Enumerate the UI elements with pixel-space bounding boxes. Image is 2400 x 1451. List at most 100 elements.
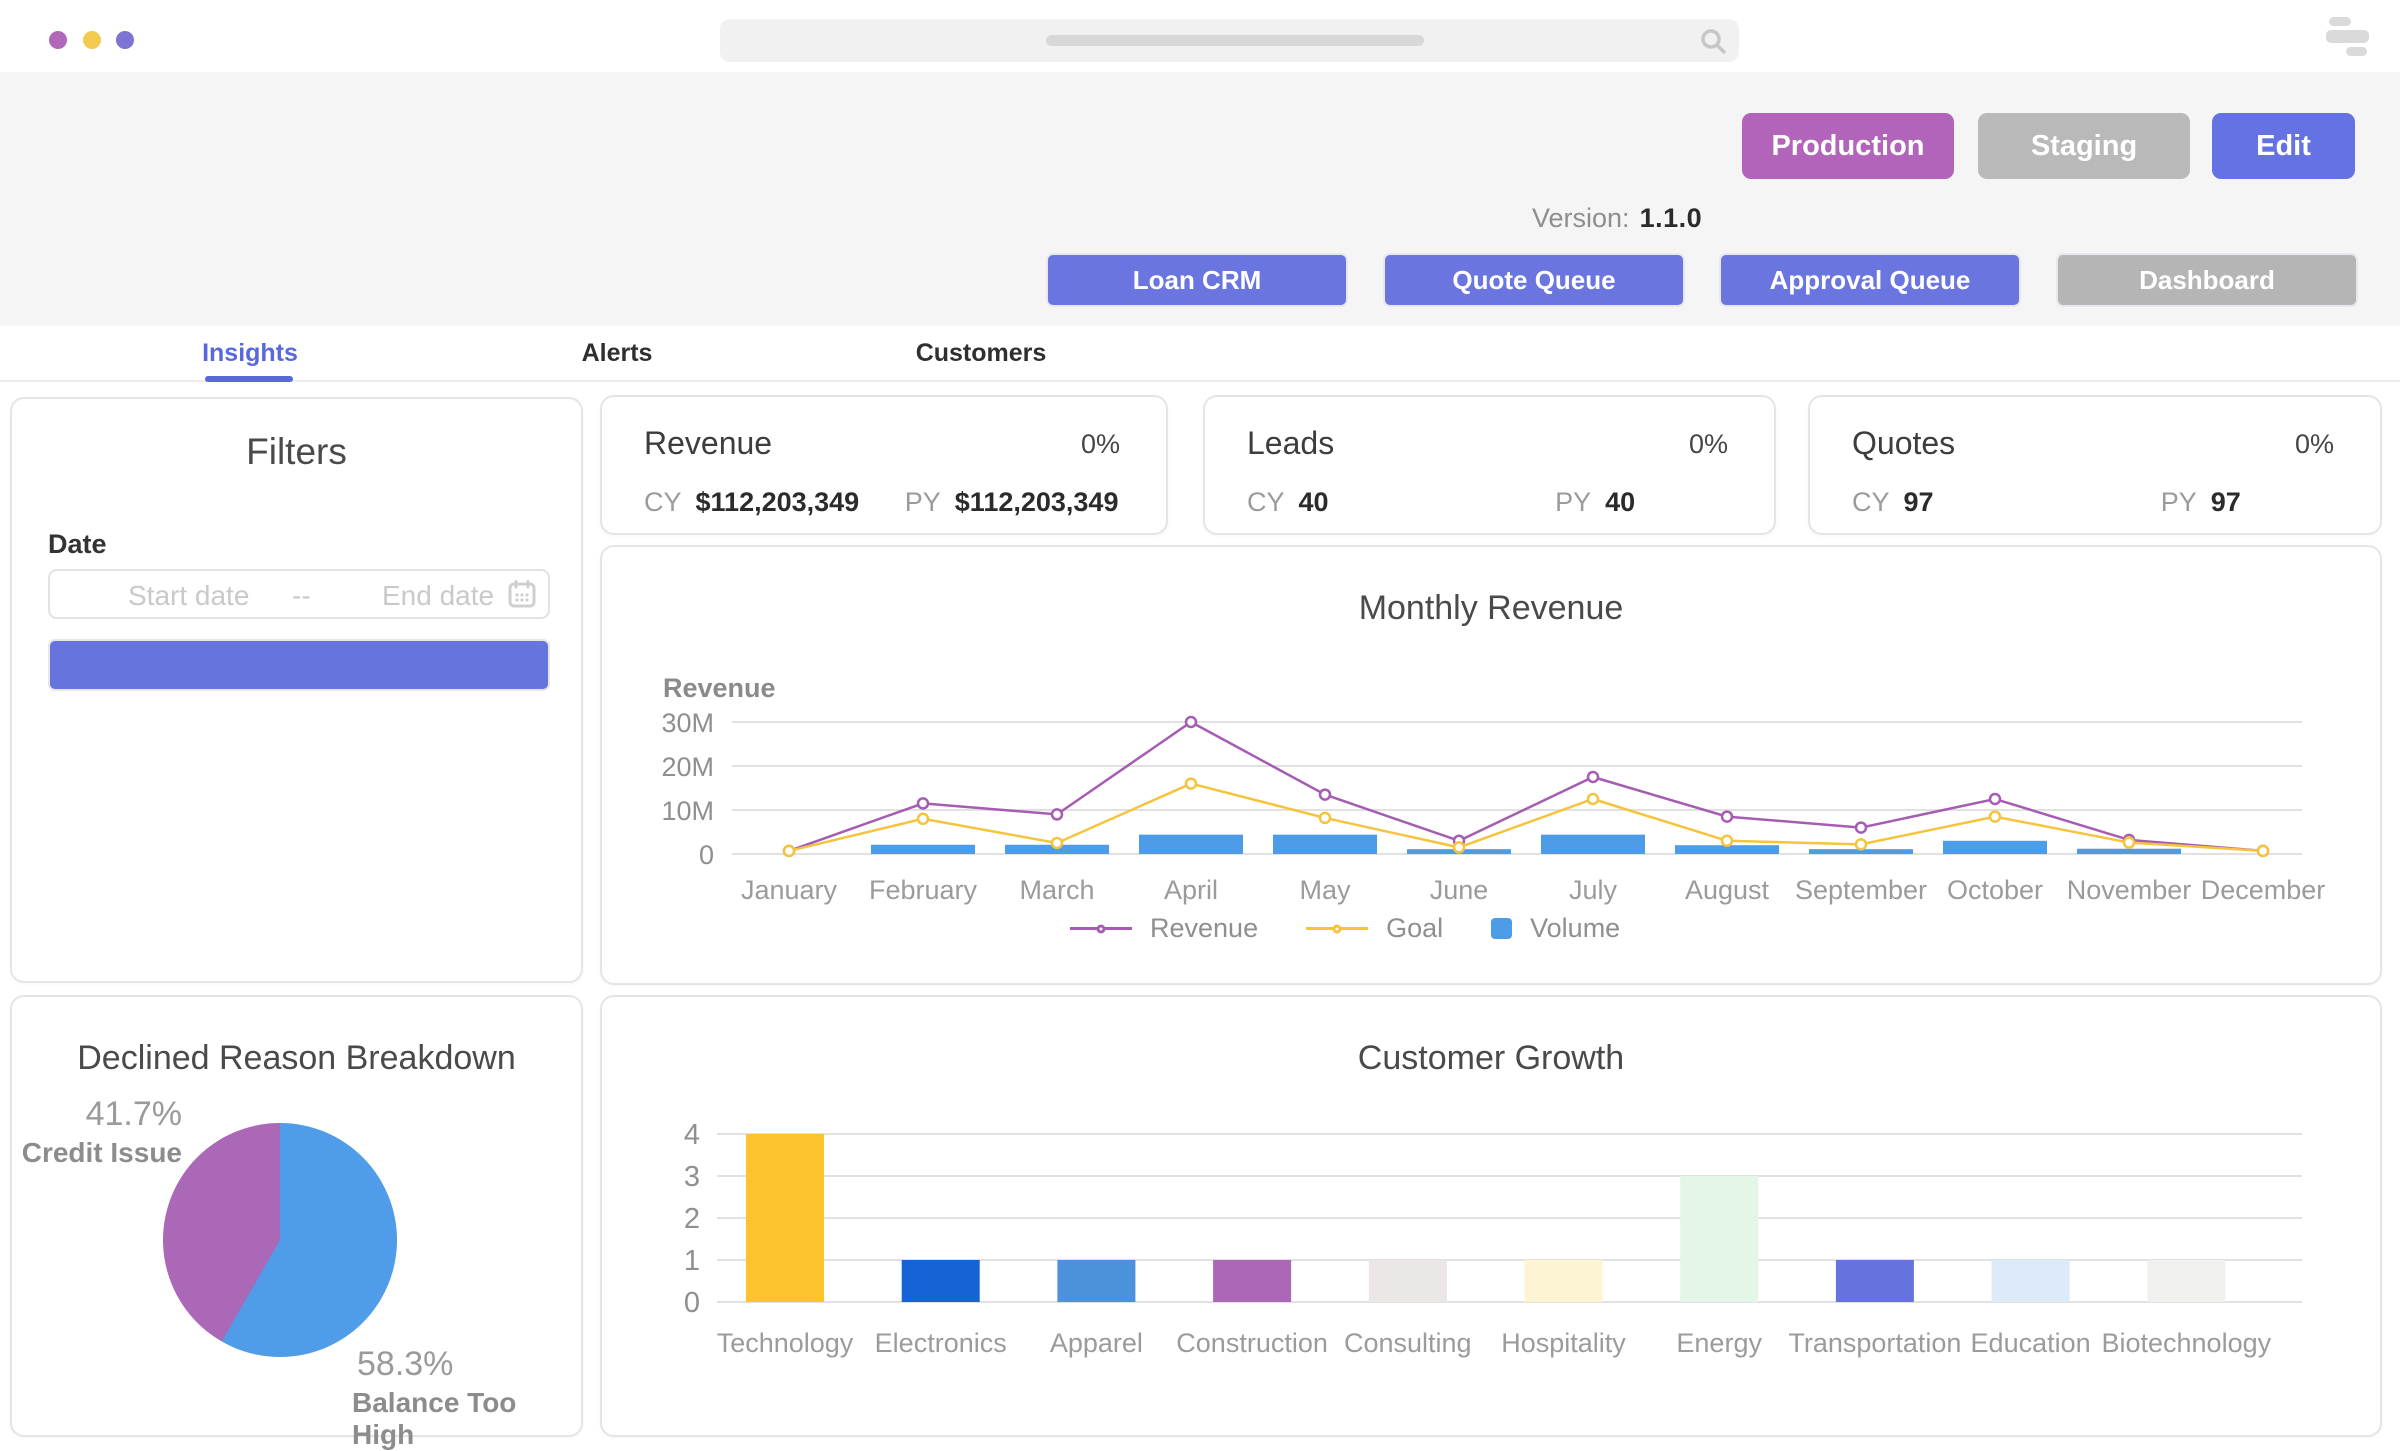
cy-value: $112,203,349 bbox=[696, 487, 860, 517]
svg-text:Electronics: Electronics bbox=[875, 1328, 1007, 1358]
kpi-title: Leads bbox=[1247, 425, 1334, 462]
active-tab-underline bbox=[205, 376, 293, 382]
page-header: Version: 1.1.0 Production Staging Edit L… bbox=[0, 72, 2400, 326]
date-range-input[interactable]: Start date -- End date bbox=[48, 569, 550, 619]
cy-label: CY bbox=[1852, 487, 1890, 517]
monthly-revenue-legend: Revenue Goal Volume bbox=[1070, 913, 1620, 944]
declined-reason-title: Declined Reason Breakdown bbox=[12, 1039, 581, 1078]
square-swatch bbox=[1491, 918, 1512, 939]
kpi-delta: 0% bbox=[2295, 429, 2334, 460]
kpi-values-row: CY 97 PY 97 bbox=[1852, 487, 2350, 518]
date-separator: -- bbox=[292, 580, 311, 612]
svg-text:July: July bbox=[1569, 875, 1618, 905]
svg-text:Consulting: Consulting bbox=[1344, 1328, 1472, 1358]
svg-text:Energy: Energy bbox=[1676, 1328, 1762, 1358]
svg-text:1: 1 bbox=[684, 1245, 700, 1277]
declined-reason-pie bbox=[163, 1123, 397, 1357]
kpi-values-row: CY 40 PY 40 bbox=[1247, 487, 1744, 518]
customer-growth-chart: 01234TechnologyElectronicsApparelConstru… bbox=[602, 997, 2384, 1439]
legend-item-goal: Goal bbox=[1306, 913, 1443, 944]
svg-text:Construction: Construction bbox=[1176, 1328, 1328, 1358]
tab-alerts[interactable]: Alerts bbox=[582, 339, 653, 368]
staging-button[interactable]: Staging bbox=[1978, 113, 2190, 179]
legend-label: Goal bbox=[1386, 913, 1443, 944]
cy-value: 40 bbox=[1299, 487, 1329, 517]
svg-text:3: 3 bbox=[684, 1161, 700, 1193]
svg-text:May: May bbox=[1299, 875, 1351, 905]
svg-text:January: January bbox=[741, 875, 838, 905]
production-button[interactable]: Production bbox=[1742, 113, 1954, 179]
pie-label-credit-issue: Credit Issue bbox=[0, 1137, 182, 1169]
svg-text:April: April bbox=[1164, 875, 1218, 905]
svg-text:4: 4 bbox=[684, 1119, 700, 1151]
filters-title: Filters bbox=[12, 431, 581, 473]
svg-text:0: 0 bbox=[684, 1287, 700, 1319]
kpi-delta: 0% bbox=[1081, 429, 1120, 460]
svg-text:30M: 30M bbox=[661, 708, 714, 738]
svg-text:October: October bbox=[1947, 875, 2043, 905]
svg-text:March: March bbox=[1019, 875, 1094, 905]
customer-growth-card: Customer Growth 01234TechnologyElectroni… bbox=[600, 995, 2382, 1437]
apply-filter-button[interactable] bbox=[48, 639, 550, 691]
version-value: 1.1.0 bbox=[1640, 203, 1703, 234]
legend-label: Volume bbox=[1530, 913, 1620, 944]
pie-pct-balance-too-high: 58.3% bbox=[357, 1345, 453, 1384]
cy-label: CY bbox=[644, 487, 682, 517]
legend-item-revenue: Revenue bbox=[1070, 913, 1258, 944]
start-date-placeholder[interactable]: Start date bbox=[128, 580, 249, 612]
version-info: Version: 1.1.0 bbox=[1532, 203, 1702, 234]
kpi-values-row: CY$112,203,349 PY$112,203,349 bbox=[644, 487, 1136, 518]
kpi-card-revenue: Revenue 0% CY$112,203,349 PY$112,203,349 bbox=[600, 395, 1168, 535]
tab-customers[interactable]: Customers bbox=[916, 339, 1047, 368]
svg-text:Technology: Technology bbox=[717, 1328, 854, 1358]
line-swatch bbox=[1070, 927, 1132, 930]
py-label: PY bbox=[905, 487, 941, 517]
py-label: PY bbox=[2161, 487, 2197, 517]
svg-text:Revenue: Revenue bbox=[663, 673, 776, 703]
cy-label: CY bbox=[1247, 487, 1285, 517]
svg-text:0: 0 bbox=[699, 840, 714, 870]
declined-reason-card: Declined Reason Breakdown 41.7% Credit I… bbox=[10, 995, 583, 1437]
menu-icon[interactable] bbox=[2322, 14, 2384, 60]
tab-insights[interactable]: Insights bbox=[202, 339, 298, 368]
pie-label-balance-too-high: Balance Too High bbox=[352, 1387, 581, 1451]
svg-text:Hospitality: Hospitality bbox=[1501, 1328, 1626, 1358]
search-bar[interactable] bbox=[720, 19, 1739, 62]
version-label: Version: bbox=[1532, 203, 1630, 234]
search-placeholder-dash bbox=[1046, 35, 1424, 46]
py-value: 40 bbox=[1605, 487, 1635, 517]
kpi-title: Revenue bbox=[644, 425, 772, 462]
window-dot-2[interactable] bbox=[83, 31, 101, 49]
cy-value: 97 bbox=[1904, 487, 1934, 517]
kpi-delta: 0% bbox=[1689, 429, 1728, 460]
edit-button[interactable]: Edit bbox=[2212, 113, 2355, 179]
filters-panel: Filters Date Start date -- End date bbox=[10, 397, 583, 983]
svg-text:Biotechnology: Biotechnology bbox=[2101, 1328, 2271, 1358]
nav-loan-crm-button[interactable]: Loan CRM bbox=[1046, 253, 1348, 307]
svg-text:10M: 10M bbox=[661, 796, 714, 826]
py-value: 97 bbox=[2211, 487, 2241, 517]
svg-text:20M: 20M bbox=[661, 752, 714, 782]
window-dot-3[interactable] bbox=[116, 31, 134, 49]
legend-item-volume: Volume bbox=[1491, 913, 1620, 944]
kpi-title: Quotes bbox=[1852, 425, 1955, 462]
svg-text:Transportation: Transportation bbox=[1788, 1328, 1961, 1358]
date-filter-label: Date bbox=[48, 529, 107, 560]
svg-text:June: June bbox=[1430, 875, 1489, 905]
py-label: PY bbox=[1555, 487, 1591, 517]
nav-approval-queue-button[interactable]: Approval Queue bbox=[1719, 253, 2021, 307]
nav-dashboard-button[interactable]: Dashboard bbox=[2056, 253, 2358, 307]
svg-text:Apparel: Apparel bbox=[1050, 1328, 1143, 1358]
svg-text:February: February bbox=[869, 875, 978, 905]
svg-text:September: September bbox=[1795, 875, 1927, 905]
kpi-card-quotes: Quotes 0% CY 97 PY 97 bbox=[1808, 395, 2382, 535]
calendar-icon[interactable] bbox=[508, 580, 536, 608]
search-icon bbox=[1699, 27, 1727, 55]
dashboard-app: { "chrome": { "window_dot_colors": ["#b1… bbox=[0, 0, 2400, 1440]
legend-label: Revenue bbox=[1150, 913, 1258, 944]
window-dot-1[interactable] bbox=[49, 31, 67, 49]
nav-quote-queue-button[interactable]: Quote Queue bbox=[1383, 253, 1685, 307]
end-date-placeholder[interactable]: End date bbox=[382, 580, 494, 612]
line-swatch bbox=[1306, 927, 1368, 930]
svg-text:August: August bbox=[1685, 875, 1770, 905]
